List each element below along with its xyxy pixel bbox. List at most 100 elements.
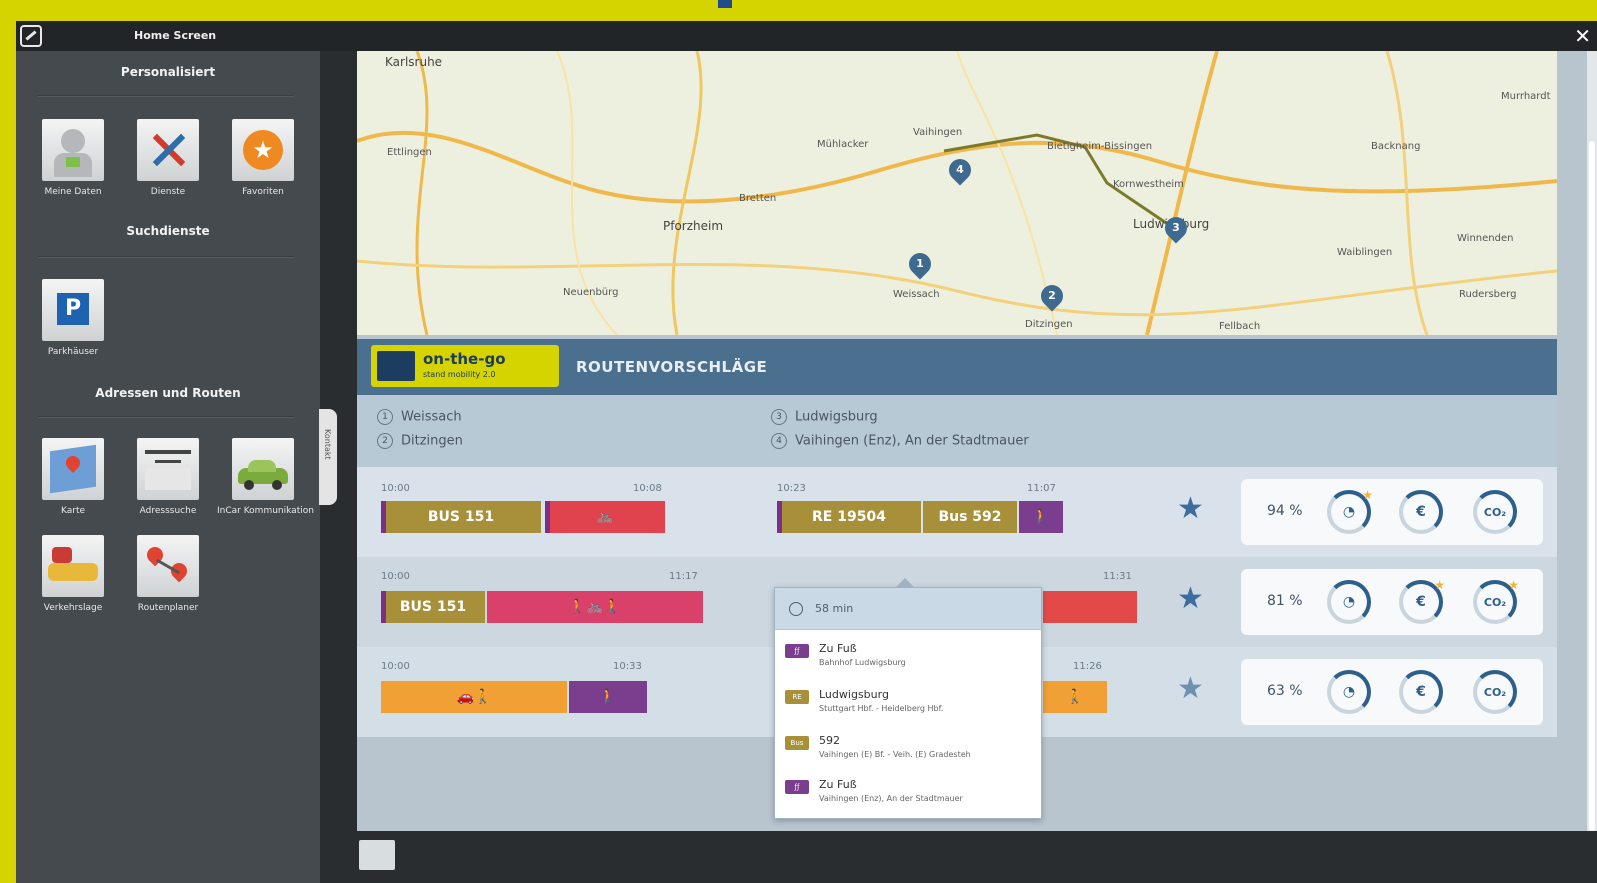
time-ring-icon[interactable]: ◔ [1327,580,1371,624]
logo-icon [377,351,415,381]
train-leg-icon: RE [785,690,809,704]
tile-adresssuche[interactable]: Adresssuche [122,438,214,516]
app-logo-icon[interactable] [20,25,42,47]
stop-item: 2 Ditzingen [377,433,463,449]
route-option[interactable]: 10:00 10:08 BUS 151 🚲 10:23 11:07 RE 195… [357,467,1557,557]
leg-subtitle: Vaihingen (E) Bf. - Veih. (E) Gradesteh [819,750,971,759]
co2-ring-icon[interactable]: CO₂ [1473,670,1517,714]
section-divider [38,95,294,97]
leg-walk[interactable]: 🚶 [1019,501,1063,533]
stop-number-icon: 2 [377,433,393,449]
tile-parkhaeuser[interactable]: P Parkhäuser [27,279,119,357]
popup-leg[interactable]: Bus 592 Vaihingen (E) Bf. - Veih. (E) Gr… [785,734,1035,774]
cost-ring-icon[interactable]: € ★ [1399,578,1445,624]
score-percent: 94 % [1267,503,1303,519]
leg-car[interactable]: 🚗🚶 [381,681,567,713]
stop-number-icon: 3 [771,409,787,425]
logo-subtitle: stand mobility 2.0 [423,370,496,379]
end-time: 11:07 [1027,483,1056,494]
leg-subtitle: Vaihingen (Enz), An der Stadtmauer [819,794,963,803]
route-map[interactable]: Karlsruhe Ettlingen Pforzheim Weissach D… [357,51,1557,335]
logo-title: on-the-go [423,350,506,368]
map-marker-4[interactable]: 4 [944,154,976,186]
score-percent: 81 % [1267,593,1303,609]
best-badge-icon: ★ [1362,488,1373,502]
tile-incar[interactable]: InCar Kommunikation [217,438,314,516]
favorite-star-icon[interactable]: ★ [1177,491,1204,526]
tile-meine-daten[interactable]: Meine Daten [27,119,119,197]
leg-bus[interactable]: BUS 151 [381,501,541,533]
leg-bike[interactable]: 🚲 [545,501,665,533]
walk-icon: 🚶 [1032,509,1050,525]
leg-bus[interactable]: BUS 151 [381,591,485,623]
route-metrics: 81 % ◔ € ★ CO₂ ★ [1241,569,1543,635]
desktop-thumbnail-icon[interactable] [359,840,395,870]
stop-name: Ludwigsburg [795,409,878,425]
tile-dienste[interactable]: Dienste [122,119,214,197]
popup-leg[interactable]: ƒƒ Zu Fuß Vaihingen (Enz), An der Stadtm… [785,778,1035,814]
co2-ring-icon[interactable]: CO₂ [1473,490,1517,534]
app-window: Home Screen ✕ Personalisiert Meine Daten… [16,21,1597,883]
end-time: 11:26 [1073,661,1102,672]
map-place: Mühlacker [817,139,869,150]
best-badge-icon: ★ [1508,578,1519,592]
leg-train[interactable]: RE 19504 [777,501,921,533]
leg-title: Zu Fuß [819,642,857,655]
section-divider [38,256,294,258]
start-time: 10:00 [381,483,410,494]
time-ring-icon[interactable]: ◔ ★ [1327,488,1373,534]
end-time: 10:08 [633,483,662,494]
stop-name: Ditzingen [401,433,463,449]
map-place: Winnenden [1457,233,1514,244]
co2-ring-icon[interactable]: CO₂ ★ [1473,578,1519,624]
popup-header: 58 min [775,588,1041,630]
routes-header: on-the-go stand mobility 2.0 ROUTENVORSC… [357,339,1557,395]
leg-walk-bike[interactable]: 🚶🚲🚶 [487,591,703,623]
stop-number-icon: 4 [771,433,787,449]
favorite-star-icon[interactable]: ★ [1177,581,1204,616]
leg-segment[interactable] [1043,591,1137,623]
window-title: Home Screen [134,29,217,42]
cost-ring-icon[interactable]: € [1399,490,1443,534]
main-scrollbar[interactable] [1587,51,1597,831]
map-place: Rudersberg [1459,289,1517,300]
tile-favoriten[interactable]: ★ Favoriten [217,119,309,197]
map-marker-2[interactable]: 2 [1036,280,1068,312]
trip-duration: 58 min [815,602,854,615]
map-marker-3[interactable]: 3 [1160,212,1192,244]
tile-verkehrslage[interactable]: Verkehrslage [27,535,119,613]
car-icon: 🚗🚶 [456,689,492,705]
popup-leg[interactable]: ƒƒ Zu Fuß Bahnhof Ludwigsburg [785,642,1035,682]
cost-ring-icon[interactable]: € [1399,670,1443,714]
scrollbar-thumb[interactable] [1589,141,1595,831]
sidebar-toggle-handle[interactable]: Kontakt [319,409,337,505]
time-ring-icon[interactable]: ◔ [1327,670,1371,714]
map-roads [357,51,1557,335]
map-place: Ettlingen [387,147,432,158]
map-place: Weissach [893,289,940,300]
map-place: Bietigheim-Bissingen [1047,141,1153,152]
tile-karte[interactable]: Karte [27,438,119,516]
leg-walk[interactable]: 🚶 [569,681,647,713]
tile-label: Karte [60,506,86,516]
leg-subtitle: Stuttgart Hbf. - Heidelberg Hbf. [819,704,944,713]
close-button[interactable]: ✕ [1574,24,1591,48]
leg-bus[interactable]: Bus 592 [923,501,1017,533]
popup-leg[interactable]: RE Ludwigsburg Stuttgart Hbf. - Heidelbe… [785,688,1035,728]
start-time: 10:23 [777,483,806,494]
map-marker-1[interactable]: 1 [904,248,936,280]
start-time: 10:00 [381,661,410,672]
favorite-star-icon[interactable]: ★ [1177,671,1204,706]
traffic-icon [42,535,104,597]
leg-title: Zu Fuß [819,778,857,791]
route-metrics: 63 % ◔ € CO₂ [1241,659,1543,725]
bike-icon: 🚲 [596,509,614,525]
star-favorite-icon: ★ [232,119,294,181]
walk-bike-icon: 🚶🚲🚶 [568,599,622,615]
stop-number-icon: 1 [377,409,393,425]
map-place: Backnang [1371,141,1421,152]
tile-routenplaner[interactable]: Routenplaner [122,535,214,613]
leg-car[interactable]: 🚶 [1043,681,1107,713]
section-title-suchdienste: Suchdienste [126,224,210,238]
top-accent-bar [718,0,732,8]
